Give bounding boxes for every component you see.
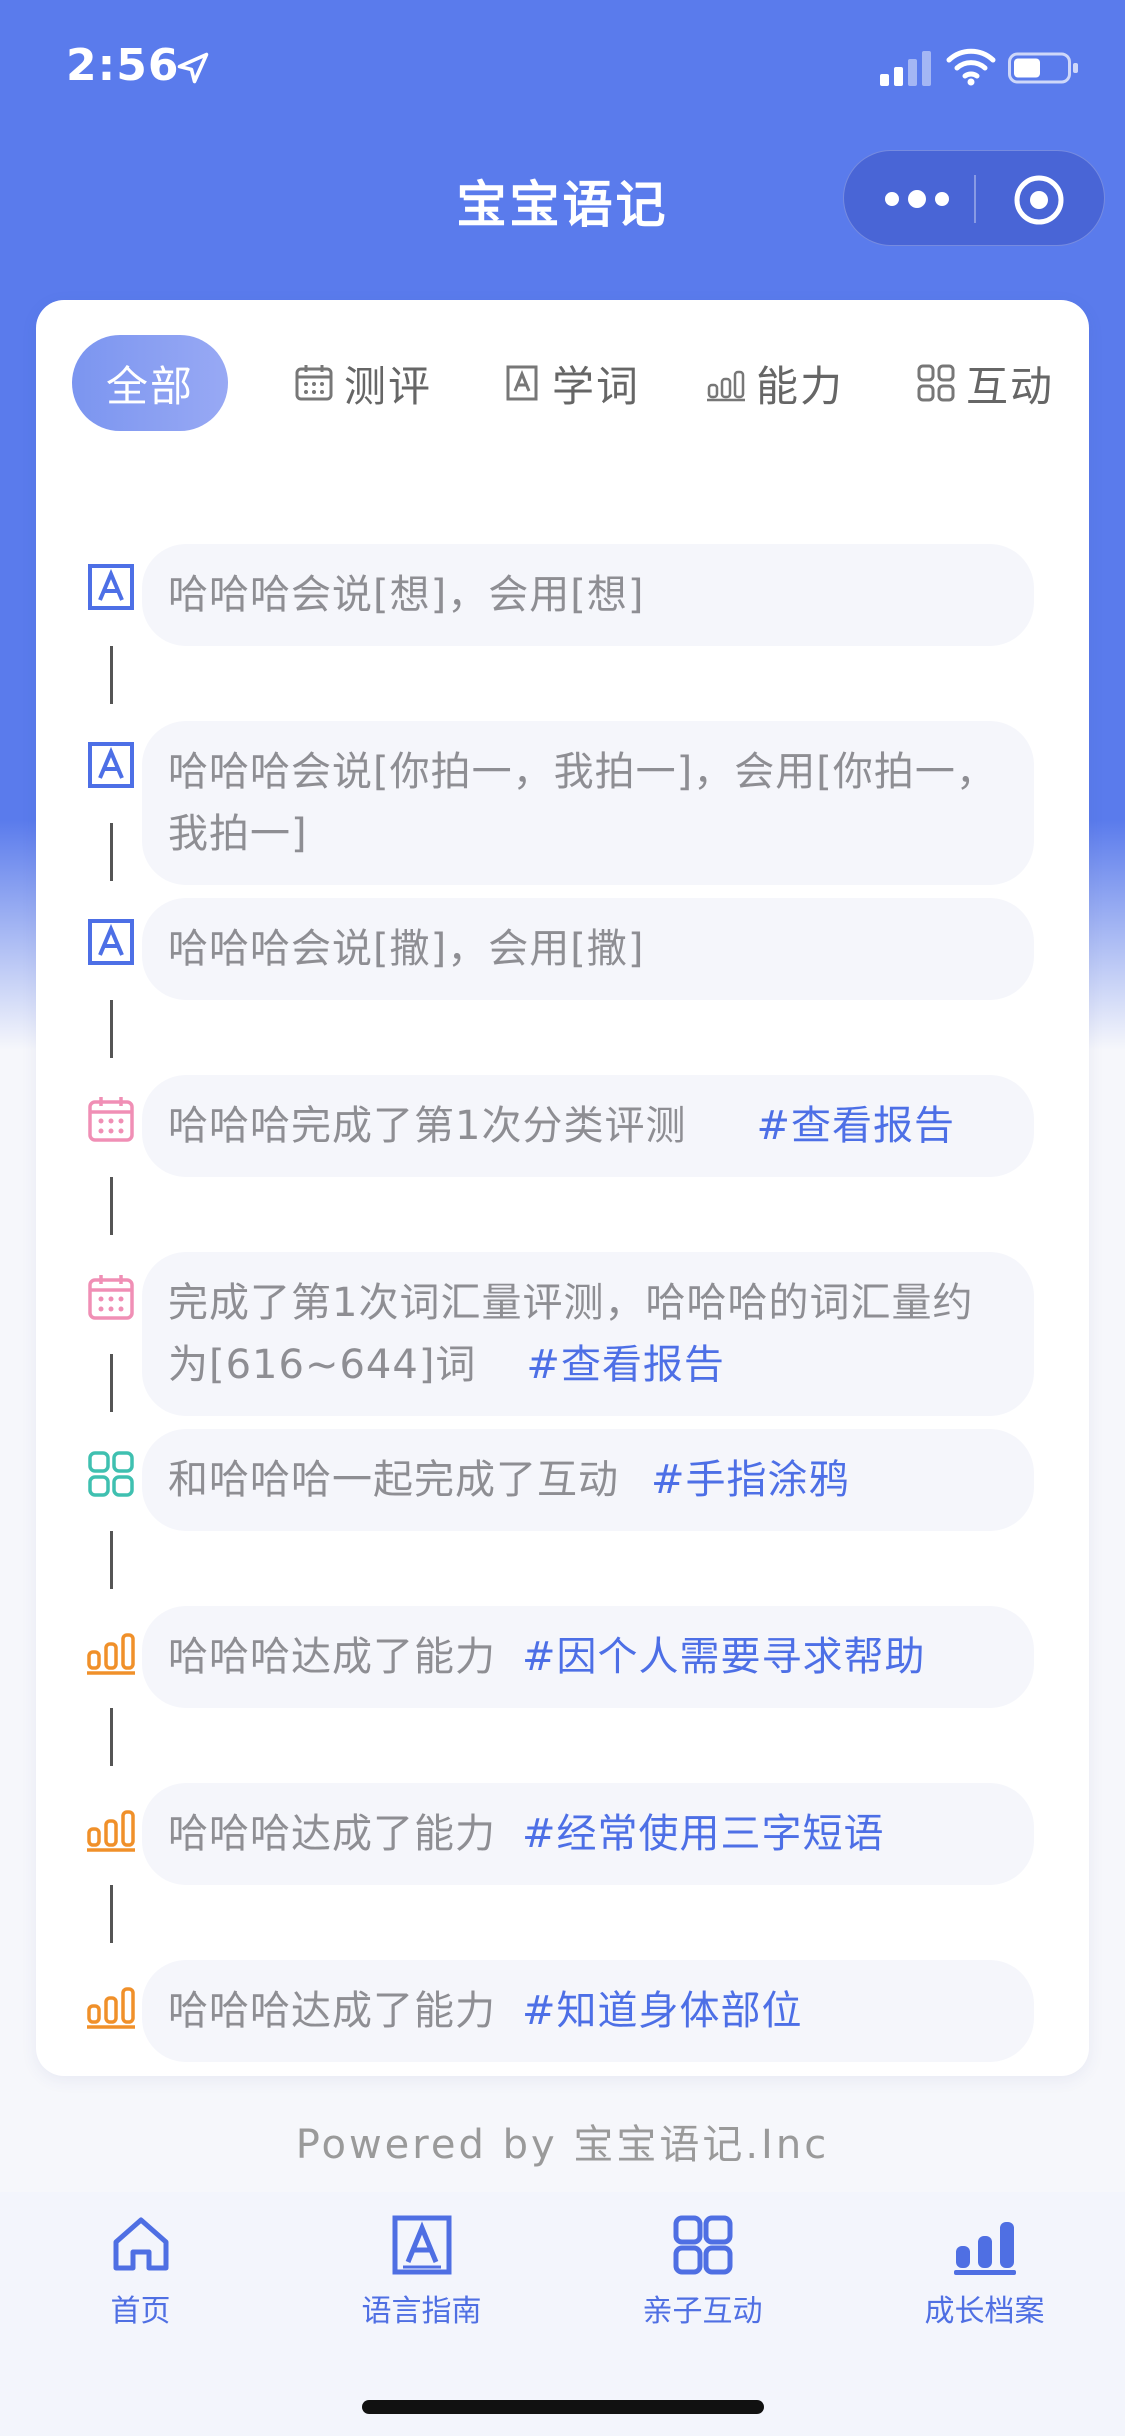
- tab-label: 测评: [344, 361, 433, 411]
- entry-text: 哈哈哈达成了能力: [168, 1634, 496, 1680]
- entry-text: 哈哈哈会说[撒]，会用[撒]: [168, 926, 645, 972]
- filter-tabs: 全部 测评 学词 能力 互动: [36, 335, 1089, 435]
- timeline-connector: [110, 1708, 113, 1766]
- timeline-connector: [110, 646, 113, 704]
- timeline-connector: [110, 1177, 113, 1235]
- letter-a-icon: [506, 365, 538, 401]
- timeline-entry[interactable]: 哈哈哈达成了能力 #经常使用三字短语: [142, 1783, 1034, 1885]
- timeline-connector: [110, 1000, 113, 1058]
- calendar-icon: [295, 365, 333, 401]
- tabbar-label: 首页: [110, 2294, 171, 2329]
- close-target-icon[interactable]: [1012, 173, 1066, 227]
- capsule-divider: [974, 175, 976, 223]
- bar-chart-icon: [87, 1810, 135, 1852]
- bar-chart-icon: [953, 2222, 1016, 2275]
- timeline-connector: [110, 823, 113, 881]
- letter-a-icon: [88, 564, 134, 610]
- letter-a-icon: [88, 742, 134, 788]
- timeline-entry[interactable]: 哈哈哈会说[想]，会用[想]: [142, 544, 1034, 646]
- tab-learn-words[interactable]: 学词: [502, 335, 640, 431]
- powered-by-footer: Powered by 宝宝语记.Inc: [295, 2122, 830, 2168]
- tab-label: 全部: [105, 361, 194, 411]
- timeline-connector: [110, 1531, 113, 1589]
- tab-all[interactable]: 全部: [72, 335, 228, 431]
- timeline-entry[interactable]: 完成了第1次词汇量评测，哈哈哈的词汇量约为[616~644]词 #查看报告: [142, 1252, 1034, 1416]
- tabbar-home[interactable]: 首页: [0, 2212, 281, 2330]
- battery-icon: [1008, 52, 1078, 84]
- location-arrow-icon: [177, 52, 209, 84]
- calendar-icon: [88, 1097, 134, 1142]
- wifi-icon: [946, 48, 996, 86]
- entry-text: 哈哈哈会说[你拍一，我拍一]，会用[你拍一，我拍一]: [168, 749, 997, 857]
- entry-text: 哈哈哈达成了能力: [168, 1988, 496, 2034]
- timeline-entry[interactable]: 哈哈哈达成了能力 #知道身体部位: [142, 1960, 1034, 2062]
- tabbar-label: 语言指南: [361, 2294, 482, 2329]
- grid-icon: [917, 364, 955, 402]
- timeline-entry[interactable]: 哈哈哈会说[撒]，会用[撒]: [142, 898, 1034, 1000]
- grid-icon: [673, 2215, 732, 2275]
- more-icon[interactable]: [882, 181, 952, 217]
- entry-text: 哈哈哈会说[想]，会用[想]: [168, 572, 645, 618]
- tab-assessment[interactable]: 测评: [294, 335, 432, 431]
- ability-link[interactable]: #经常使用三字短语: [522, 1811, 885, 1857]
- grid-icon: [88, 1451, 134, 1497]
- report-link[interactable]: #查看报告: [756, 1103, 955, 1149]
- tab-label: 互动: [966, 361, 1055, 411]
- interaction-link[interactable]: #手指涂鸦: [651, 1457, 850, 1503]
- tabbar-label: 成长档案: [924, 2294, 1045, 2329]
- status-bar: 2:56: [0, 0, 1125, 140]
- ability-link[interactable]: #知道身体部位: [522, 1988, 803, 2034]
- letter-a-icon: [392, 2215, 451, 2275]
- tabbar-label: 亲子互动: [642, 2294, 763, 2329]
- timeline-entry[interactable]: 和哈哈哈一起完成了互动 #手指涂鸦: [142, 1429, 1034, 1531]
- letter-a-icon: [88, 919, 134, 965]
- bar-chart-icon: [707, 370, 745, 402]
- mini-program-capsule: [843, 150, 1105, 246]
- timeline-entry[interactable]: 哈哈哈会说[你拍一，我拍一]，会用[你拍一，我拍一]: [142, 721, 1034, 885]
- tabbar-parent-child[interactable]: 亲子互动: [562, 2212, 843, 2330]
- tab-ability[interactable]: 能力: [706, 335, 844, 431]
- timeline-entry[interactable]: 哈哈哈达成了能力 #因个人需要寻求帮助: [142, 1606, 1034, 1708]
- report-link[interactable]: #查看报告: [526, 1342, 725, 1388]
- tabbar-language-guide[interactable]: 语言指南: [281, 2212, 562, 2330]
- entry-text: 和哈哈哈一起完成了互动: [168, 1457, 619, 1503]
- home-icon: [113, 2217, 168, 2271]
- tabbar-growth-record[interactable]: 成长档案: [844, 2212, 1125, 2330]
- timeline-entry[interactable]: 哈哈哈完成了第1次分类评测 #查看报告: [142, 1075, 1034, 1177]
- status-time: 2:56: [66, 40, 180, 91]
- bar-chart-icon: [87, 1633, 135, 1675]
- bar-chart-icon: [87, 1987, 135, 2029]
- tab-label: 能力: [756, 361, 845, 411]
- timeline-card: 全部 测评 学词 能力 互动 哈哈哈会说[想]，会用[想] 哈哈哈会说[你拍一，…: [36, 300, 1089, 2076]
- ability-link[interactable]: #因个人需要寻求帮助: [522, 1634, 926, 1680]
- timeline-connector: [110, 1885, 113, 1943]
- calendar-icon: [88, 1275, 134, 1320]
- home-indicator: [362, 2400, 764, 2414]
- timeline-connector: [110, 1354, 113, 1412]
- cellular-signal-icon: [880, 51, 931, 86]
- entry-text: 哈哈哈完成了第1次分类评测: [168, 1103, 687, 1149]
- entry-text: 哈哈哈达成了能力: [168, 1811, 496, 1857]
- tab-label: 学词: [552, 361, 641, 411]
- tab-interaction[interactable]: 互动: [916, 335, 1054, 431]
